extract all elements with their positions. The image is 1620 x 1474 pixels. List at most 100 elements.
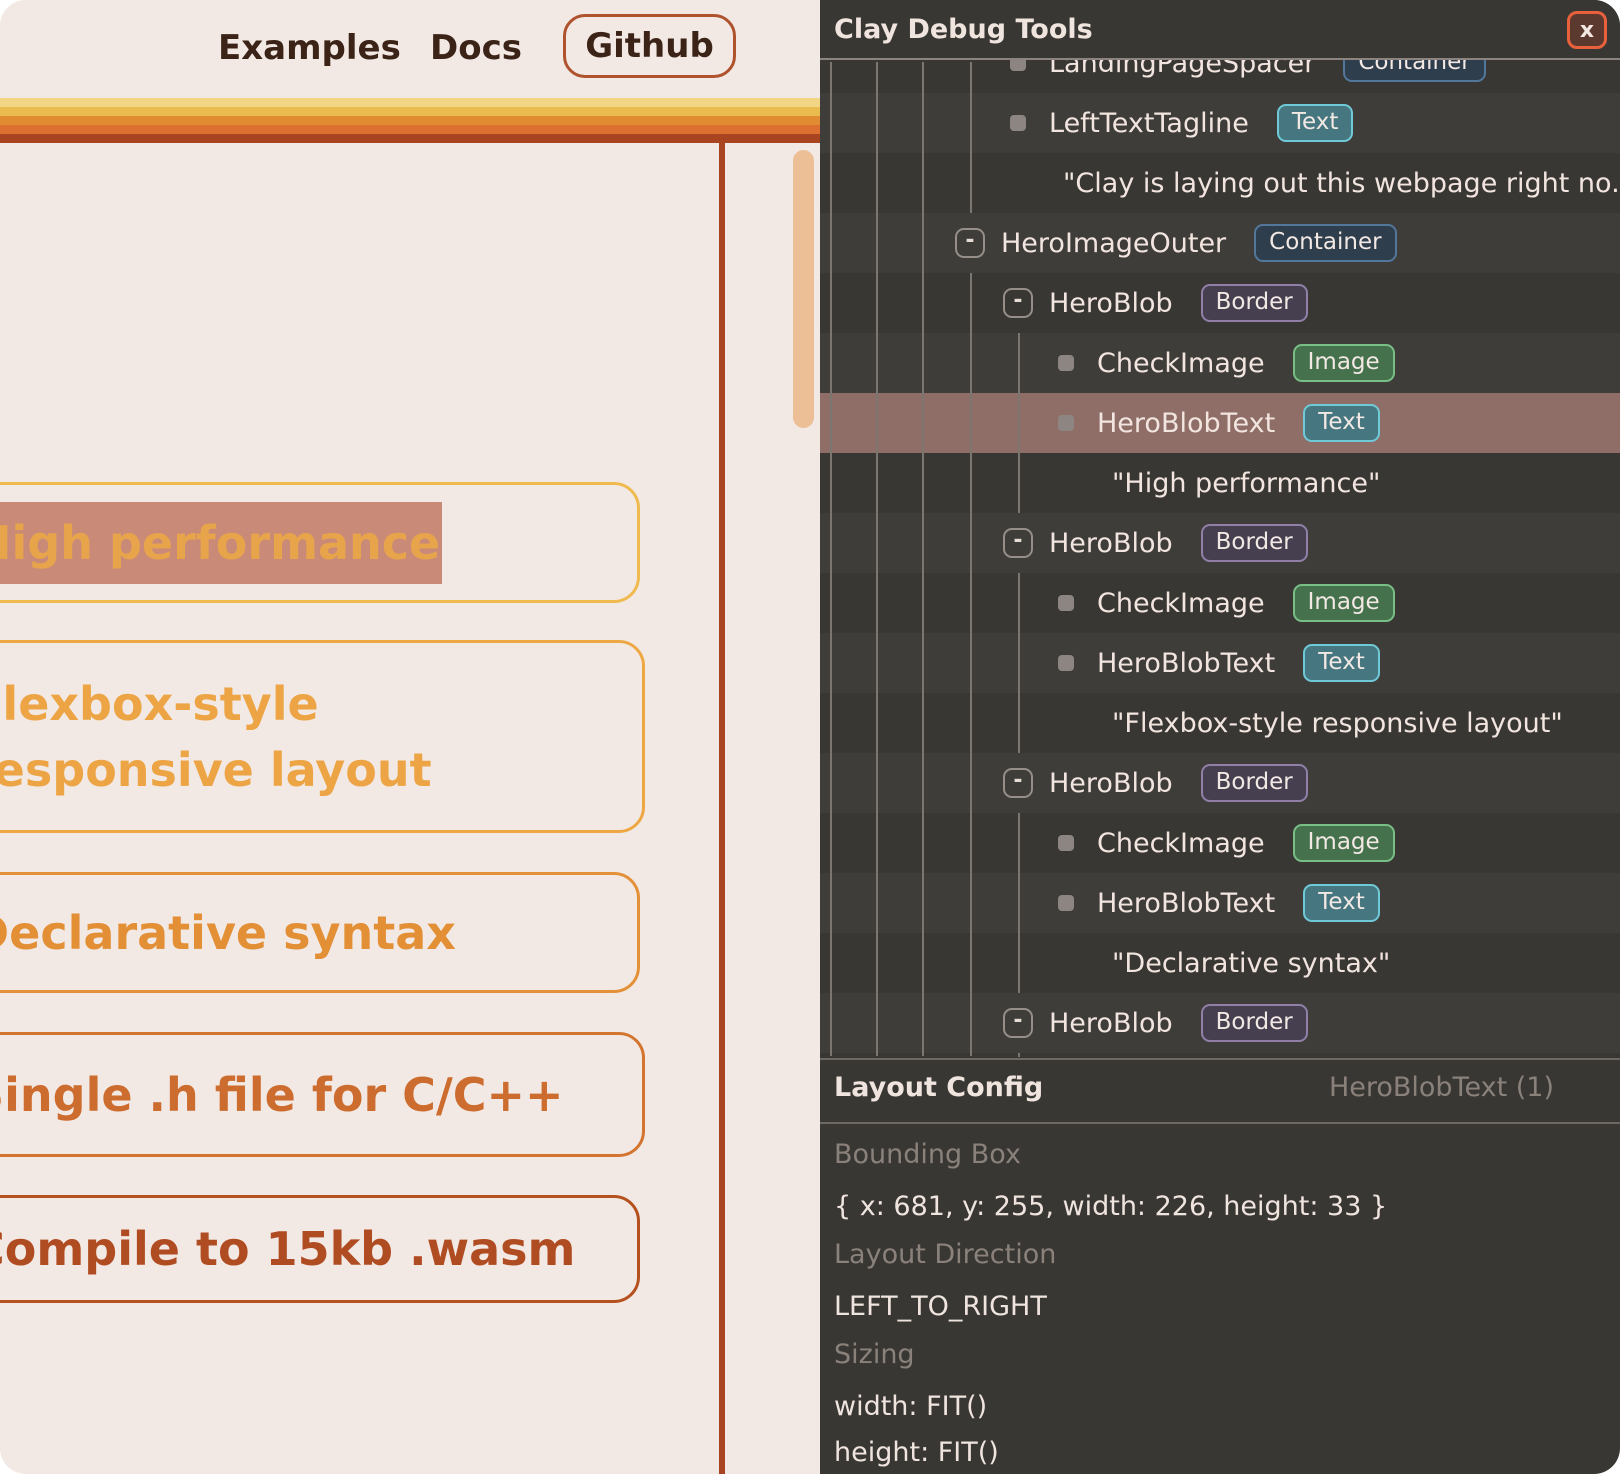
debug-panel-header: Clay Debug Tools (820, 0, 1620, 60)
tree-row[interactable]: - HeroBlob Border (820, 753, 1620, 813)
collapse-icon[interactable]: - (955, 228, 985, 258)
tree-indent-guide (970, 273, 972, 1056)
tree-row-label: HeroBlobText (1097, 408, 1275, 439)
debug-panel-title: Clay Debug Tools (834, 14, 1093, 45)
element-type-badge: Image (1293, 344, 1395, 382)
leaf-bullet-icon (1051, 348, 1081, 378)
tree-row[interactable]: - HeroBlob Border (820, 273, 1620, 333)
text-content-preview: "Clay is laying out this webpage right n… (1063, 168, 1620, 199)
bounding-box-label: Bounding Box (834, 1139, 1021, 1170)
tree-row-label: HeroBlobText (1097, 888, 1275, 919)
leaf-bullet-icon (1051, 408, 1081, 438)
nav-link-docs[interactable]: Docs (430, 28, 522, 68)
element-type-badge: Border (1201, 764, 1308, 802)
leaf-bullet-icon (1051, 888, 1081, 918)
tree-row[interactable]: - HeroBlob Border (820, 513, 1620, 573)
layout-direction-label: Layout Direction (834, 1239, 1056, 1270)
github-button[interactable]: Github (563, 14, 736, 78)
section-divider (820, 1058, 1620, 1060)
text-content-preview: "Declarative syntax" (1112, 948, 1390, 979)
tree-row-label: HeroBlob (1049, 528, 1173, 559)
leaf-bullet-icon (1003, 108, 1033, 138)
tree-row[interactable]: CheckImage Image (820, 333, 1620, 393)
text-content-preview: "High performance" (1112, 468, 1380, 499)
tree-row[interactable]: CheckImage Image (820, 813, 1620, 873)
tree-row-label: HeroBlob (1049, 288, 1173, 319)
element-type-badge: Text (1303, 644, 1380, 682)
element-type-badge: Border (1201, 1004, 1308, 1042)
feature-blob-label: Declarative syntax (0, 900, 456, 966)
leaf-bullet-icon (1051, 648, 1081, 678)
leaf-bullet-icon (1051, 588, 1081, 618)
element-type-badge: Text (1303, 884, 1380, 922)
tree-indent-guide (830, 62, 832, 1056)
sizing-label: Sizing (834, 1339, 915, 1370)
tree-row[interactable]: - HeroBlob Border (820, 993, 1620, 1053)
tree-text-content-row: "Clay is laying out this webpage right n… (820, 153, 1620, 213)
nav-link-examples[interactable]: Examples (218, 28, 401, 68)
sizing-width-value: width: FIT() (834, 1391, 987, 1422)
feature-blob-label: Compile to 15kb .wasm (0, 1216, 575, 1282)
tree-row-label: LeftTextTagline (1049, 108, 1249, 139)
tree-indent-guide (1018, 333, 1020, 513)
selected-element-label: HeroBlobText (1) (1329, 1072, 1554, 1103)
text-content-preview: "Flexbox-style responsive layout" (1112, 708, 1563, 739)
collapse-icon[interactable]: - (1003, 288, 1033, 318)
tree-text-content-row: "High performance" (820, 453, 1620, 513)
tree-row[interactable]: HeroBlobText Text (820, 633, 1620, 693)
tree-row-label: HeroImageOuter (1001, 228, 1226, 259)
page-scrollbar-thumb[interactable] (793, 150, 814, 428)
element-type-badge: Image (1293, 824, 1395, 862)
collapse-icon[interactable]: - (1003, 768, 1033, 798)
feature-blob-declarative-syntax: Declarative syntax (0, 872, 640, 993)
element-tree: LandingPageSpacer Container LeftTextTagl… (820, 0, 1620, 1058)
collapse-icon[interactable]: - (1003, 528, 1033, 558)
element-type-badge: Text (1303, 404, 1380, 442)
tree-text-content-row: "Declarative syntax" (820, 933, 1620, 993)
tree-row-selected[interactable]: HeroBlobText Text (820, 393, 1620, 453)
feature-blob-single-header: Single .h file for C/C++ (0, 1032, 645, 1157)
tree-indent-guide (922, 62, 924, 1056)
rainbow-stripe-2 (0, 107, 820, 116)
clay-debug-panel: LandingPageSpacer Container LeftTextTagl… (820, 0, 1620, 1474)
tree-row-label: HeroBlobText (1097, 648, 1275, 679)
element-type-badge: Border (1201, 284, 1308, 322)
tree-indent-guide (876, 62, 878, 1056)
section-divider (820, 1122, 1620, 1124)
tree-indent-guide (1018, 813, 1020, 993)
clay-landing-page: Examples Docs Github High performance Fl… (0, 0, 820, 1474)
feature-blob-high-performance: High performance (0, 482, 640, 603)
rainbow-stripe-4 (0, 125, 820, 134)
layout-config-title: Layout Config (834, 1072, 1043, 1103)
tree-row-label: CheckImage (1097, 348, 1265, 379)
tree-row-label: CheckImage (1097, 588, 1265, 619)
tree-row[interactable]: - HeroImageOuter Container (820, 213, 1620, 273)
tree-row[interactable]: CheckImage Image (820, 573, 1620, 633)
tree-row[interactable]: HeroBlobText Text (820, 873, 1620, 933)
collapse-icon[interactable]: - (1003, 1008, 1033, 1038)
rainbow-stripe-3 (0, 116, 820, 125)
element-type-badge: Text (1277, 104, 1354, 142)
feature-blob-flexbox-layout: Flexbox-style responsive layout (0, 640, 645, 833)
feature-blob-label: Single .h file for C/C++ (0, 1062, 564, 1128)
element-type-badge: Image (1293, 584, 1395, 622)
tree-row-label: CheckImage (1097, 828, 1265, 859)
sizing-height-value: height: FIT() (834, 1437, 999, 1468)
element-type-badge: Container (1254, 224, 1396, 262)
app-window: Examples Docs Github High performance Fl… (0, 0, 1620, 1474)
tree-indent-guide (1018, 1053, 1020, 1057)
tree-row[interactable]: LeftTextTagline Text (820, 93, 1620, 153)
close-icon[interactable]: x (1567, 11, 1607, 49)
rainbow-stripe-5 (0, 134, 820, 143)
page-vertical-divider (719, 143, 725, 1474)
bounding-box-value: { x: 681, y: 255, width: 226, height: 33… (834, 1191, 1387, 1222)
layout-direction-value: LEFT_TO_RIGHT (834, 1291, 1047, 1322)
feature-blob-label: Flexbox-style responsive layout (0, 671, 612, 803)
debug-highlight-overlay: High performance (0, 502, 442, 584)
element-type-badge: Border (1201, 524, 1308, 562)
tree-text-content-row: "Flexbox-style responsive layout" (820, 693, 1620, 753)
rainbow-stripe-1 (0, 98, 820, 107)
tree-row-label: HeroBlob (1049, 1008, 1173, 1039)
feature-blob-wasm: Compile to 15kb .wasm (0, 1195, 640, 1303)
top-navbar: Examples Docs Github (0, 0, 820, 98)
